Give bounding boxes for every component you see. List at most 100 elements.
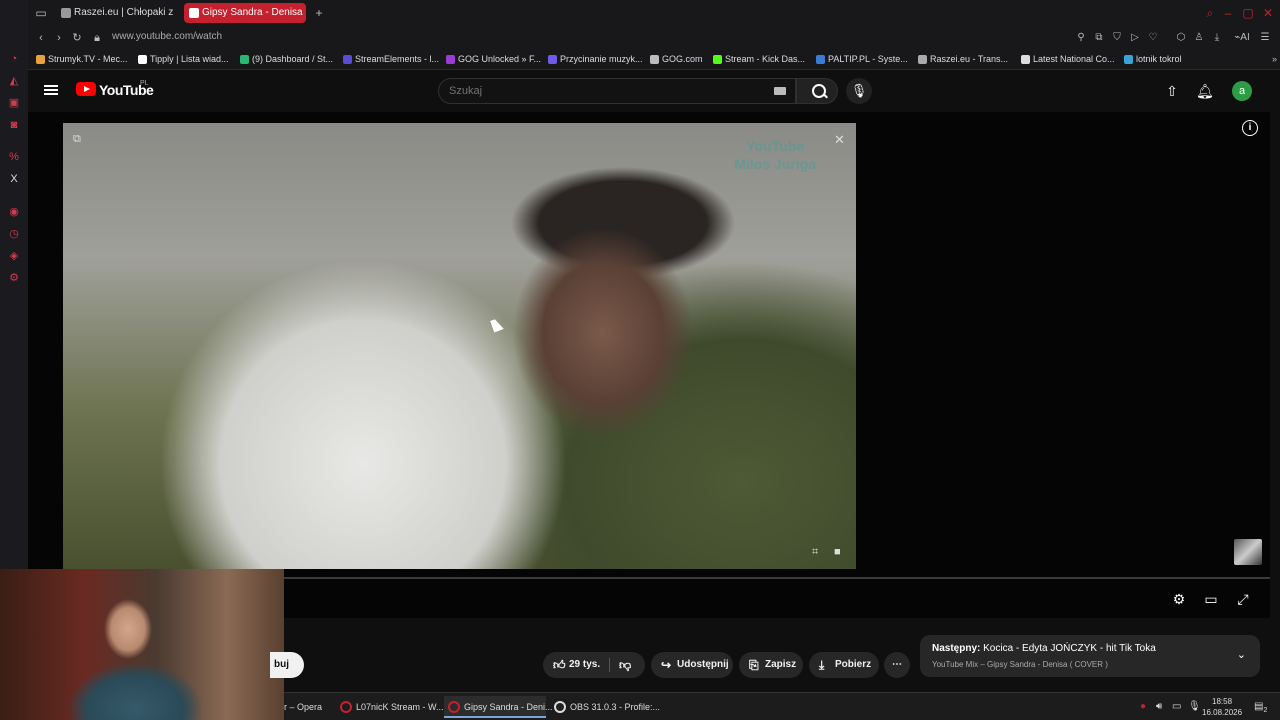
channel-thumbnail[interactable] xyxy=(1234,539,1262,565)
sidebar-aria-icon[interactable]: ◭ xyxy=(7,74,21,88)
search-button[interactable] xyxy=(796,78,838,104)
close-window-icon[interactable]: ✕ xyxy=(1261,6,1275,20)
crop-icon[interactable]: ⌗ xyxy=(812,546,818,559)
bookmark-favicon-icon xyxy=(240,55,249,64)
fullscreen-icon[interactable]: ⤢ xyxy=(1234,590,1252,608)
extensions-icon[interactable]: ⬡ xyxy=(1174,31,1188,45)
video-frame[interactable]: YouTube Milos Juriga ⧉ ✕ ⌗ ■ xyxy=(63,123,856,569)
new-tab-plus-icon[interactable]: + xyxy=(312,6,326,20)
bookmark-favicon-icon xyxy=(1124,55,1133,64)
download-icon[interactable]: ⤓ xyxy=(1210,31,1224,45)
tray-app-icon[interactable]: ● xyxy=(1140,701,1146,712)
sidebar-extensions-icon[interactable]: ◈ xyxy=(7,249,21,263)
more-actions-icon[interactable]: ⋯ xyxy=(884,652,910,678)
snapshot-icon[interactable]: ⧉ xyxy=(1092,31,1106,45)
heart-icon[interactable]: ♡ xyxy=(1146,31,1160,45)
bookmark-item[interactable]: Stream - Kick Das... xyxy=(713,54,805,64)
thumbs-up-icon[interactable]: 👍︎ xyxy=(553,652,566,678)
upload-icon[interactable]: ⇧ xyxy=(1164,82,1180,100)
back-icon[interactable]: ‹ xyxy=(34,31,48,45)
notifications-bell-icon[interactable]: 🔔︎ xyxy=(1196,82,1214,100)
volume-icon[interactable]: 🔊︎ xyxy=(1156,701,1162,712)
bookmark-favicon-icon xyxy=(1021,55,1030,64)
like-count[interactable]: 29 tys. xyxy=(569,652,600,678)
sidebar-speed-dial-icon[interactable]: ◔ xyxy=(7,52,21,66)
theater-mode-icon[interactable]: ▭ xyxy=(1202,590,1220,608)
taskbar-item[interactable]: OBS 31.0.3 - Profile:... xyxy=(550,696,660,718)
microphone-tray-icon[interactable]: 🎙︎ xyxy=(1188,701,1201,712)
sidebar-instagram-icon[interactable]: ◙ xyxy=(7,118,21,132)
bookmark-item[interactable]: Raszei.eu - Trans... xyxy=(918,54,1008,64)
tab-label: Raszei.eu | Chłopaki z xyxy=(74,7,174,18)
microphone-icon[interactable]: 🎙︎ xyxy=(846,78,872,104)
video-watermark: YouTube Milos Juriga xyxy=(734,137,816,173)
bookmark-item[interactable]: lotnik tokrol xyxy=(1124,54,1182,64)
system-clock[interactable]: 18:58 16.08.2026 xyxy=(1202,696,1242,718)
tab-label: Gipsy Sandra - Denisa ( CO xyxy=(202,7,306,18)
sidebar-x-icon[interactable]: X xyxy=(7,172,21,186)
search-tabs-icon[interactable]: ⌕ xyxy=(1203,6,1217,20)
taskbar-item-active[interactable]: Gipsy Sandra - Deni... xyxy=(444,696,553,718)
bookmark-item[interactable]: (9) Dashboard / St... xyxy=(240,54,333,64)
keyboard-icon[interactable] xyxy=(774,87,786,95)
sidebar-percent-icon[interactable]: % xyxy=(7,150,21,164)
bookmark-icon: ⎘ xyxy=(749,658,759,672)
maximize-icon[interactable]: ▢ xyxy=(1241,6,1255,20)
taskbar-item[interactable]: L07nicK Stream - W... xyxy=(336,696,444,718)
play-icon[interactable]: ▷ xyxy=(1128,31,1142,45)
tab-raszei[interactable]: Raszei.eu | Chłopaki z xyxy=(56,3,176,23)
share-button[interactable]: ↪ Udostępnij xyxy=(651,652,733,678)
tab-youtube-active[interactable]: Gipsy Sandra - Denisa ( CO xyxy=(184,3,306,23)
stop-icon[interactable]: ■ xyxy=(834,546,841,558)
save-label: Zapisz xyxy=(765,659,797,670)
bookmark-item[interactable]: PALTIP.PL - Syste... xyxy=(816,54,908,64)
aria-ai-button[interactable]: ⌁AI xyxy=(1230,31,1254,45)
sidebar-history-icon[interactable]: ◷ xyxy=(7,227,21,241)
shield-icon[interactable]: ⛉ xyxy=(1110,31,1124,45)
bookmark-item[interactable]: Przycinanie muzyk... xyxy=(548,54,643,64)
pin-icon[interactable]: ⚲ xyxy=(1074,31,1088,45)
profile-icon[interactable]: ♙ xyxy=(1192,31,1206,45)
taskbar-item[interactable]: r – Opera xyxy=(280,696,332,718)
search-input[interactable] xyxy=(439,79,795,103)
windows-taskbar: r – Opera L07nicK Stream - W... Gipsy Sa… xyxy=(284,692,1280,720)
chevron-down-icon[interactable]: ⌄ xyxy=(1237,648,1246,661)
download-button[interactable]: ⤓ Pobierz xyxy=(809,652,879,678)
forward-icon[interactable]: › xyxy=(52,31,66,45)
bookmarks-overflow-icon[interactable]: » xyxy=(1260,54,1277,64)
close-miniplayer-icon[interactable]: ✕ xyxy=(834,132,845,148)
save-button[interactable]: ⎘ Zapisz xyxy=(739,652,803,678)
minimize-icon[interactable]: – xyxy=(1221,6,1235,20)
avatar[interactable]: a xyxy=(1232,81,1252,101)
address-bar: ‹ › ↻ 🔒︎ www.youtube.com/watch ⚲ ⧉ ⛉ ▷ ♡… xyxy=(28,26,1280,50)
easy-setup-icon[interactable]: ☰ xyxy=(1258,31,1272,45)
bookmark-favicon-icon xyxy=(343,55,352,64)
bookmark-label: Tipply | Lista wiad... xyxy=(150,54,229,64)
sidebar-messenger-icon[interactable]: ▣ xyxy=(7,96,21,110)
bookmark-item[interactable]: Strumyk.TV - Mec... xyxy=(36,54,128,64)
taskbar-label: Gipsy Sandra - Deni... xyxy=(464,702,553,712)
settings-gear-icon[interactable]: ⚙ xyxy=(1170,590,1188,608)
reload-icon[interactable]: ↻ xyxy=(70,31,84,45)
bookmark-item[interactable]: GOG.com xyxy=(650,54,703,64)
bookmark-item[interactable]: StreamElements - l... xyxy=(343,54,439,64)
bookmark-item[interactable]: GOG Unlocked » F... xyxy=(446,54,541,64)
youtube-logo-icon[interactable] xyxy=(76,82,96,96)
hamburger-menu-icon[interactable] xyxy=(44,83,58,97)
network-icon[interactable]: ▭ xyxy=(1172,701,1181,712)
info-icon[interactable]: i xyxy=(1242,120,1258,136)
subscribe-button[interactable]: buj xyxy=(270,652,304,678)
next-video-card[interactable]: Następny: Kocica - Edyta JOŃCZYK - hit T… xyxy=(920,635,1260,677)
url-field[interactable]: www.youtube.com/watch xyxy=(112,31,222,42)
tab-overview-icon[interactable]: ▭ xyxy=(34,6,48,20)
miniplayer-expand-icon[interactable]: ⧉ xyxy=(73,133,81,146)
like-dislike-group: 👍︎ 29 tys. 👎︎ xyxy=(543,652,645,678)
thumbs-down-icon[interactable]: 👎︎ xyxy=(619,652,631,678)
sidebar-player-icon[interactable]: ◉ xyxy=(7,205,21,219)
sidebar-settings-icon[interactable]: ⚙ xyxy=(7,271,21,285)
bookmark-item[interactable]: Tipply | Lista wiad... xyxy=(138,54,229,64)
youtube-favicon-icon xyxy=(189,8,199,18)
bookmark-item[interactable]: Latest National Co... xyxy=(1021,54,1115,64)
notification-count: 2 xyxy=(1263,707,1268,714)
notification-center-icon[interactable]: ▤2 xyxy=(1254,701,1267,714)
